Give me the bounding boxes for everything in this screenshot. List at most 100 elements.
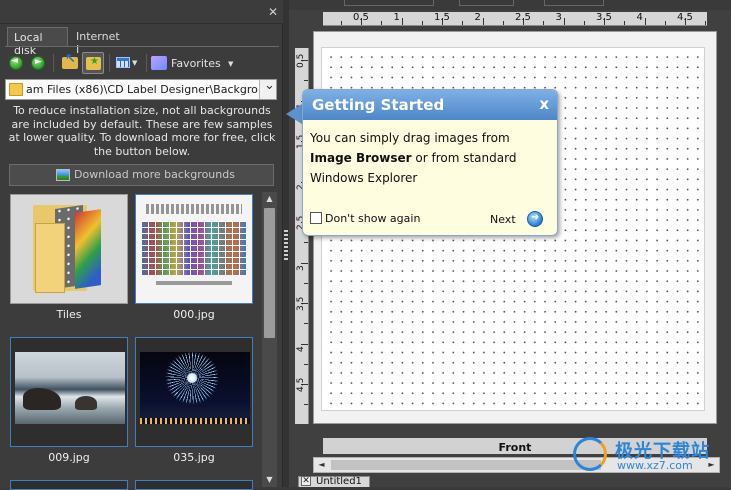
toolbar-separator <box>109 54 110 72</box>
toolbar-separator <box>146 54 147 72</box>
popup-close-button[interactable]: x <box>539 95 549 113</box>
scroll-down-icon[interactable]: ▼ <box>262 473 277 487</box>
popup-header: Getting Started x <box>303 90 557 120</box>
ruler-label: 1.5 <box>434 12 450 23</box>
thumbnail-item[interactable] <box>10 480 128 490</box>
favorite-folder-icon <box>86 56 101 70</box>
thumbnail-image <box>135 194 253 304</box>
favorites-label: Favorites <box>171 57 221 70</box>
panel-title-bar <box>0 0 283 24</box>
ruler-label: 0.5 <box>353 12 369 23</box>
thumbnail-label: 035.jpg <box>173 451 215 464</box>
ruler-label: 3 <box>555 12 562 23</box>
ruler-label: 1 <box>393 12 400 23</box>
close-icon[interactable]: ✕ <box>301 476 311 486</box>
ruler-label: 0.5 <box>296 53 306 68</box>
forward-button[interactable] <box>27 52 49 74</box>
splitter-grip-icon <box>284 230 288 260</box>
scroll-up-icon[interactable]: ▲ <box>262 192 277 206</box>
ruler-tick <box>304 323 308 325</box>
document-tab-label: Untitled1 <box>316 476 362 487</box>
back-button[interactable] <box>5 52 27 74</box>
dont-show-again-checkbox[interactable] <box>310 212 322 224</box>
ruler-tick <box>421 21 423 25</box>
ruler-tick <box>304 242 308 244</box>
ruler-tick <box>381 21 383 25</box>
ruler-label: 4.5 <box>296 377 306 392</box>
back-arrow-icon <box>9 56 23 70</box>
view-mode-button[interactable]: ▼ <box>113 52 143 74</box>
getting-started-popup: Getting Started x You can simply drag im… <box>302 89 558 236</box>
scrollbar-thumb[interactable] <box>264 208 275 338</box>
ruler-tick <box>304 80 308 82</box>
popup-message-part: You can simply drag images from <box>310 131 510 145</box>
folder-up-button[interactable] <box>59 52 81 74</box>
ruler-label: 3 <box>296 264 306 271</box>
download-backgrounds-button[interactable]: Download more backgrounds <box>9 164 274 186</box>
thumbnail-scrollbar[interactable]: ▲ ▼ <box>262 192 277 487</box>
folder-icon <box>9 83 23 96</box>
dont-show-again-label[interactable]: Don't show again <box>325 212 420 225</box>
ruler-tick <box>502 21 504 25</box>
watermark-url: www.xz7.com <box>617 459 693 472</box>
image-icon <box>56 169 70 181</box>
thumbnail-label: Tiles <box>56 308 82 321</box>
tab-local-disk[interactable]: Local disk <box>7 27 68 57</box>
forward-arrow-icon <box>31 56 45 70</box>
ruler-tick <box>563 18 565 25</box>
ruler-label: 3.5 <box>596 12 612 23</box>
backgrounds-info-text: To reduce installation size, not all bac… <box>8 104 276 158</box>
favorites-icon <box>151 56 167 70</box>
folder-path-text: am Files (x86)\CD Label Designer\Backgro… <box>26 83 258 96</box>
ruler-tick <box>301 343 308 345</box>
ruler-tick <box>304 282 308 284</box>
favorite-folder-button[interactable] <box>82 52 104 74</box>
ruler-tick <box>482 18 484 25</box>
ruler-tick <box>624 21 626 25</box>
document-tab[interactable]: ✕ Untitled1 <box>298 476 370 487</box>
ruler-tick <box>340 21 342 25</box>
thumbnail-label: 000.jpg <box>173 308 215 321</box>
view-mode-icon <box>116 57 130 68</box>
popup-message: You can simply drag images from Image Br… <box>310 128 554 188</box>
thumbnail-image <box>10 480 128 490</box>
next-arrow-icon[interactable] <box>527 211 543 227</box>
favorites-dropdown[interactable]: Favorites ▼ <box>151 54 235 74</box>
ruler-tick <box>583 21 585 25</box>
ruler-tick <box>705 21 707 25</box>
ruler-label: 2.5 <box>515 12 531 23</box>
ruler-tick <box>664 21 666 25</box>
ruler-label: 4.5 <box>677 12 693 23</box>
next-link[interactable]: Next <box>490 213 516 226</box>
top-toolbar-strip <box>289 0 731 10</box>
ruler-tick <box>462 21 464 25</box>
popup-pointer <box>286 104 302 124</box>
chevron-down-icon: ▼ <box>228 60 234 68</box>
path-dropdown-button[interactable] <box>259 78 276 99</box>
ruler-tick <box>644 18 646 25</box>
popup-title: Getting Started <box>312 96 445 114</box>
ruler-label: 3.5 <box>296 296 306 311</box>
ruler-tick <box>401 18 403 25</box>
thumbnail-label: 009.jpg <box>48 451 90 464</box>
download-button-label: Download more backgrounds <box>74 168 235 181</box>
folder-up-icon <box>62 52 78 69</box>
tab-divider <box>5 46 279 47</box>
thumbnail-image <box>10 337 128 447</box>
toolbar-separator <box>53 54 54 72</box>
thumbnail-item[interactable] <box>135 480 253 490</box>
tab-internet[interactable]: Internet I <box>70 27 126 56</box>
browser-toolbar: ▼ Favorites ▼ <box>5 52 279 78</box>
popup-message-bold: Image Browser <box>310 151 412 165</box>
thumbnail-image <box>10 194 128 304</box>
ruler-label: 2 <box>474 12 481 23</box>
thumbnail-grid: Tiles 000.jpg 009.jpg 035.jpg <box>5 191 260 490</box>
folder-path-combobox[interactable]: am Files (x86)\CD Label Designer\Backgro… <box>5 78 277 100</box>
chevron-down-icon: ▼ <box>132 59 138 67</box>
watermark-logo: 极光下载站 www.xz7.com <box>573 437 723 477</box>
ruler-tick <box>304 404 308 406</box>
scrollbar-thumb[interactable] <box>331 460 601 470</box>
scroll-left-icon[interactable]: ◄ <box>314 458 329 472</box>
ruler-tick <box>543 21 545 25</box>
close-panel-icon[interactable] <box>267 6 279 18</box>
